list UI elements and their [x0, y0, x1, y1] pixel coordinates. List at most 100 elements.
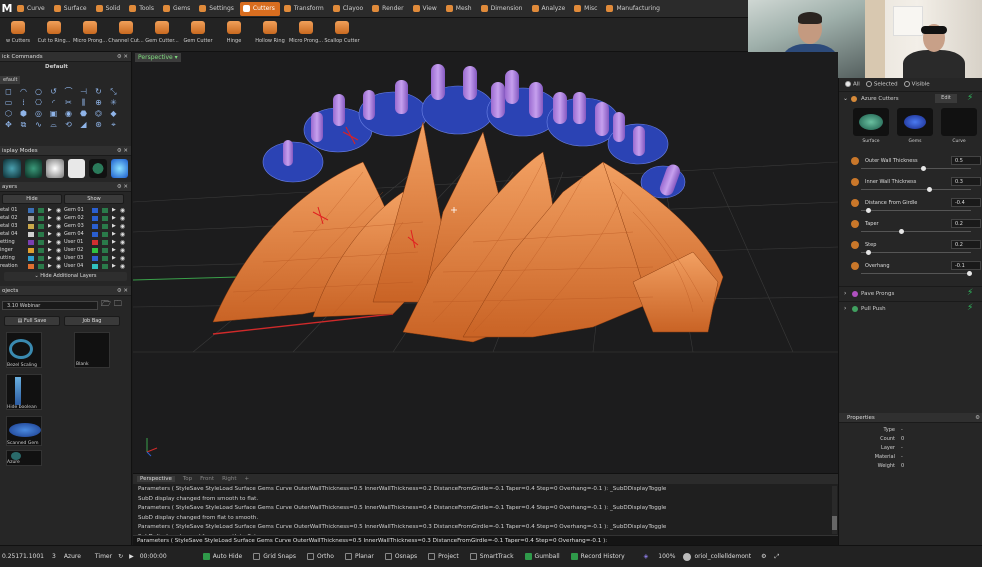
timer-play-icon[interactable]: ▶ [129, 553, 134, 560]
param-slider-track[interactable] [861, 231, 971, 232]
bend-icon[interactable]: ⌓ [48, 120, 59, 129]
layer-visibility-eye-icon[interactable]: ◉ [120, 207, 125, 214]
param-value-input[interactable]: -0.1 [951, 261, 981, 270]
panel-close-icon[interactable]: ⚙ ✕ [117, 52, 128, 62]
command-prompt[interactable]: Parameters ( StyleSave StyleLoad Surface… [133, 535, 838, 545]
toggle-ortho[interactable]: Ortho [306, 553, 334, 560]
layer-visibility-eye-icon[interactable]: ◉ [120, 255, 125, 262]
layer-material-swatch[interactable] [102, 255, 108, 261]
twist-icon[interactable]: ⟲ [63, 120, 74, 129]
tab-mesh[interactable]: Mesh [443, 2, 477, 16]
viewport-tab[interactable]: Front [200, 476, 214, 482]
layer-row[interactable]: User 03 ▶ ◉ [64, 254, 128, 262]
layer-expand-icon[interactable]: ▶ [112, 247, 116, 253]
param-slider-knob[interactable] [865, 208, 871, 213]
param-slider-track[interactable] [861, 210, 971, 211]
open-folder-icon[interactable]: 🗀 [114, 298, 122, 312]
layer-row[interactable]: Gem 03 ▶ ◉ [64, 222, 128, 230]
layer-visibility-eye-icon[interactable]: ◉ [56, 255, 61, 262]
join-icon[interactable]: ⊕ [93, 98, 104, 107]
layer-expand-icon[interactable]: ▶ [48, 223, 52, 229]
param-slider-knob[interactable] [898, 229, 904, 234]
layer-visibility-eye-icon[interactable]: ◉ [56, 239, 61, 246]
tool-button[interactable]: Gem Cutter [180, 21, 216, 44]
flow-icon[interactable]: ∿ [33, 120, 44, 129]
layer-expand-icon[interactable]: ▶ [48, 255, 52, 261]
layer-expand-icon[interactable]: ▶ [48, 207, 52, 213]
layer-row[interactable]: etal 03 ▶ ◉ [0, 222, 64, 230]
toggle-record-history[interactable]: Record History [570, 553, 625, 560]
curve-icon[interactable]: ◠ [18, 87, 29, 96]
tool-button[interactable]: Hollow Ring [252, 21, 288, 44]
tab-manufacturing[interactable]: Manufacturing [603, 2, 664, 16]
tab-clayoo[interactable]: Clayoo [330, 2, 368, 16]
user-avatar[interactable] [683, 552, 692, 561]
param-slider-knob[interactable] [966, 271, 972, 276]
taper-icon[interactable]: ◢ [78, 120, 89, 129]
checkbox[interactable] [384, 553, 392, 560]
toggle-osnaps[interactable]: Osnaps [384, 553, 417, 560]
array-icon[interactable]: ⁞ [18, 98, 29, 107]
expand-icon[interactable]: ⤢ [774, 553, 779, 561]
tool-button[interactable]: Cut to Ring... [36, 21, 72, 44]
hide-additional-layers-button[interactable]: ⌄ Hide Additional Layers [4, 272, 127, 281]
checkbox[interactable] [344, 553, 352, 560]
plugin-icon[interactable]: ◈ [644, 553, 649, 560]
layer-material-swatch[interactable] [102, 263, 108, 269]
tool-button[interactable]: Micro Prong... [72, 21, 108, 44]
toggle-smarttrack[interactable]: SmartTrack [469, 553, 514, 560]
tool-button[interactable]: Gem Cutter... [144, 21, 180, 44]
layer-material-swatch[interactable] [102, 247, 108, 253]
offset-icon[interactable]: ⎔ [33, 98, 44, 107]
tab-tools[interactable]: Tools [126, 2, 159, 16]
trim-icon[interactable]: ✂ [63, 98, 74, 107]
layer-color-swatch[interactable] [92, 239, 98, 245]
sub-section-pave-prongs[interactable]: › Pave Prongs ⚡ [839, 286, 982, 301]
shaded-mode-icon[interactable] [24, 159, 42, 178]
timer-reset-icon[interactable]: ↻ [118, 553, 123, 560]
ghosted-mode-icon[interactable] [67, 159, 85, 178]
layer-material-swatch[interactable] [102, 223, 108, 229]
param-value-input[interactable]: 0.3 [951, 177, 981, 186]
checkbox[interactable] [202, 553, 210, 560]
gear-icon[interactable]: ⚙ [975, 413, 980, 423]
layer-material-swatch[interactable] [38, 263, 44, 269]
layer-material-swatch[interactable] [38, 207, 44, 213]
layer-visibility-eye-icon[interactable]: ◉ [120, 263, 125, 270]
checkbox[interactable] [570, 553, 578, 560]
layer-expand-icon[interactable]: ▶ [112, 263, 116, 269]
project-thumb-blank[interactable]: Blank [74, 332, 110, 368]
param-value-input[interactable]: 0.5 [951, 156, 981, 165]
layer-row[interactable]: reation ▶ ◉ [0, 262, 64, 270]
full-save-button[interactable]: ▤ Full Save [4, 316, 60, 326]
rectangle-icon[interactable]: ▭ [3, 98, 14, 107]
layer-expand-icon[interactable]: ▶ [112, 255, 116, 261]
layer-color-swatch[interactable] [92, 247, 98, 253]
panel-close-icon[interactable]: ⚙ ✕ [117, 182, 128, 192]
layer-visibility-eye-icon[interactable]: ◉ [120, 247, 125, 254]
layer-row[interactable]: etal 02 ▶ ◉ [0, 214, 64, 222]
sub-section-pull-push[interactable]: › Pull Push ⚡ [839, 301, 982, 316]
rendered-mode-icon[interactable] [46, 159, 64, 178]
layer-visibility-eye-icon[interactable]: ◉ [56, 263, 61, 270]
param-slider-knob[interactable] [865, 250, 871, 255]
layer-visibility-eye-icon[interactable]: ◉ [56, 215, 61, 222]
project-thumb-bezel[interactable]: Bezel Scaling [6, 332, 42, 368]
param-value-input[interactable]: -0.4 [951, 198, 981, 207]
zoom-level[interactable]: 100% [658, 553, 675, 560]
hide-layers-button[interactable]: Hide [2, 194, 62, 204]
toggle-auto-hide[interactable]: Auto Hide [202, 553, 242, 560]
layer-color-swatch[interactable] [28, 231, 34, 237]
checkbox[interactable] [469, 553, 477, 560]
param-slider-track[interactable] [861, 252, 971, 253]
layer-row[interactable]: User 01 ▶ ◉ [64, 238, 128, 246]
explode-icon[interactable]: ✳ [108, 98, 119, 107]
toggle-grid-snaps[interactable]: Grid Snaps [253, 553, 296, 560]
shell-icon[interactable]: ⬣ [78, 109, 89, 118]
tab-misc[interactable]: Misc [571, 2, 602, 16]
checkbox[interactable] [306, 553, 314, 560]
tab-dimension[interactable]: Dimension [478, 2, 528, 16]
checkbox[interactable] [428, 553, 436, 560]
layer-material-swatch[interactable] [102, 239, 108, 245]
param-value-input[interactable]: 0.2 [951, 240, 981, 249]
